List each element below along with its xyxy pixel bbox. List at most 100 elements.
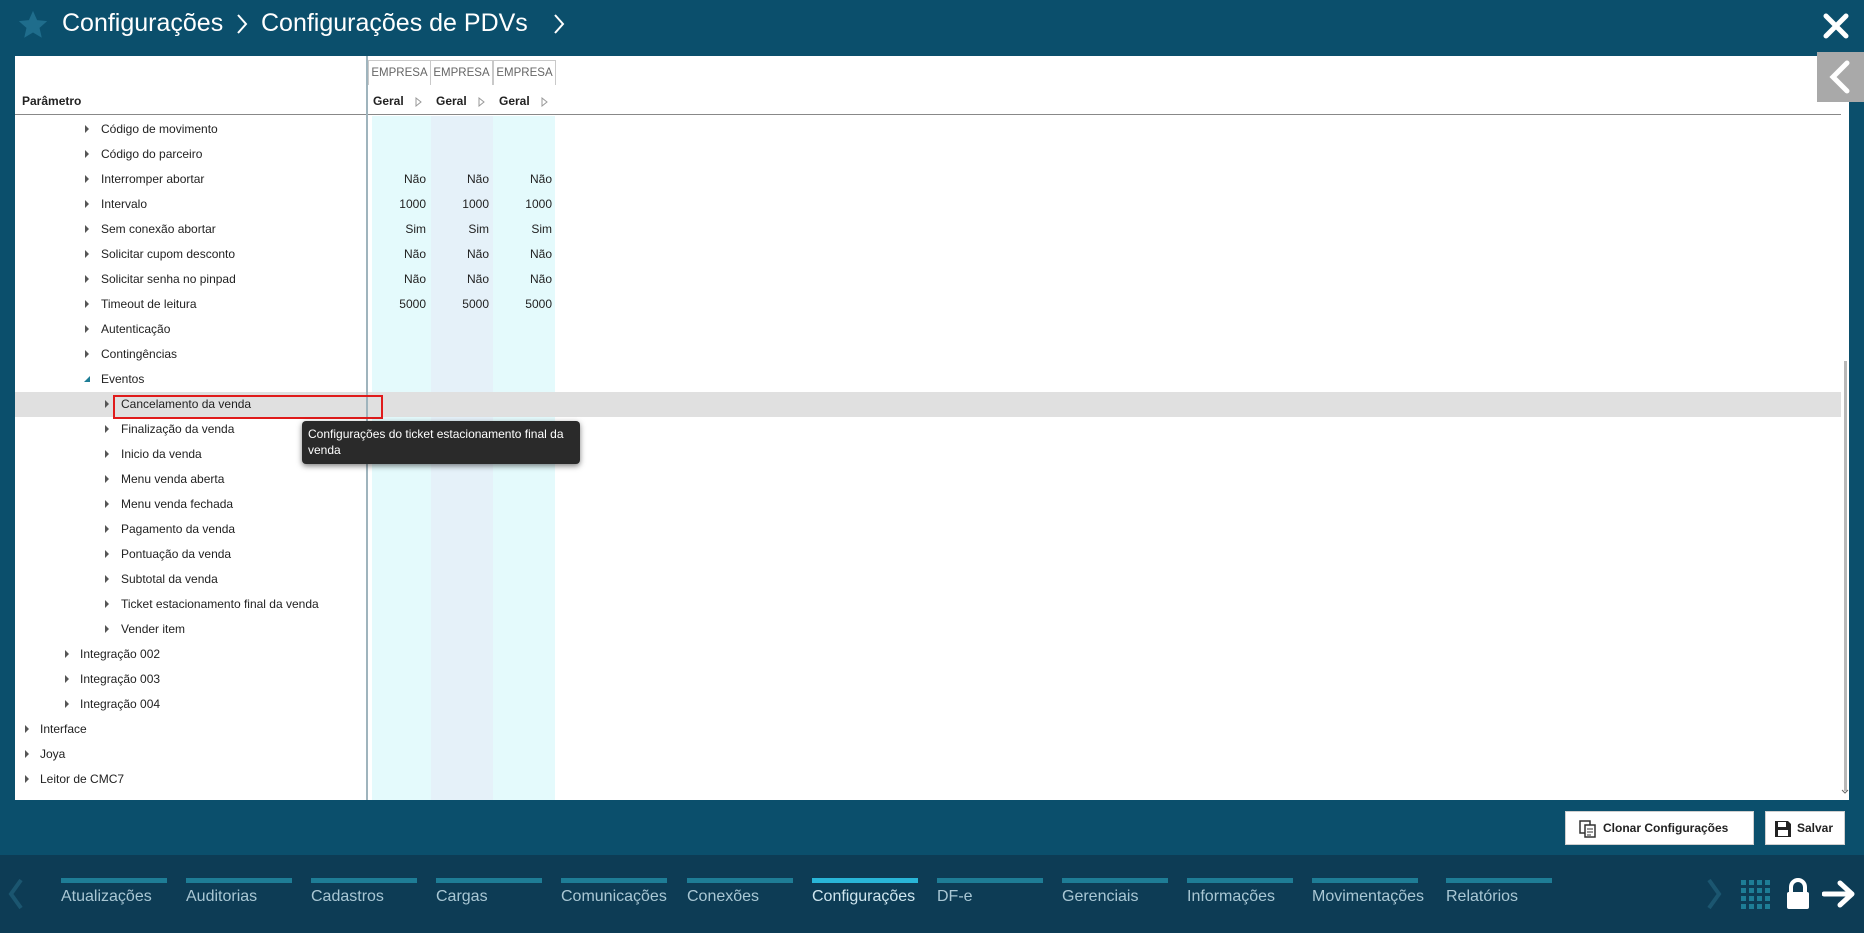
tree-row[interactable]: Pontuação da venda (15, 542, 1841, 567)
tree-row[interactable]: Integração 003 (15, 667, 1841, 692)
tree-row[interactable]: Subtotal da venda (15, 567, 1841, 592)
tree-row[interactable]: Código do parceiro (15, 142, 1841, 167)
expand-arrow-icon[interactable] (104, 400, 110, 408)
cell-value[interactable]: Não (502, 272, 552, 286)
cell-value[interactable]: 1000 (502, 197, 552, 211)
tree-row[interactable]: Eventos (15, 367, 1841, 392)
tree-row[interactable]: Integração 002 (15, 642, 1841, 667)
expand-arrow-icon[interactable] (104, 450, 110, 458)
cell-value[interactable]: Não (439, 272, 489, 286)
tree-row[interactable]: Vender item (15, 617, 1841, 642)
cell-value[interactable]: Não (439, 172, 489, 186)
cell-value[interactable]: Não (376, 172, 426, 186)
close-icon[interactable] (1822, 12, 1850, 40)
breadcrumb-configuracoes-pdvs[interactable]: Configurações de PDVs (261, 9, 528, 38)
tree-row[interactable]: Solicitar senha no pinpad Não Não Não (15, 267, 1841, 292)
vertical-scrollbar[interactable] (1844, 361, 1847, 791)
tree-row[interactable]: Timeout de leitura 5000 5000 5000 (15, 292, 1841, 317)
tree-row[interactable]: Inicio da venda (15, 442, 1841, 467)
nav-item-relatorios[interactable]: Relatórios (1446, 878, 1552, 918)
tree-row[interactable]: Menu venda fechada (15, 492, 1841, 517)
nav-item-configuracoes[interactable]: Configurações (812, 878, 918, 918)
cell-value[interactable]: Sim (439, 222, 489, 236)
expand-arrow-icon[interactable] (104, 475, 110, 483)
apps-grid-icon[interactable] (1741, 880, 1771, 910)
expand-arrow-icon[interactable] (84, 275, 90, 283)
tree-row[interactable]: Ticket estacionamento final da venda (15, 592, 1841, 617)
cell-value[interactable]: Sim (502, 222, 552, 236)
save-button[interactable]: Salvar (1765, 811, 1845, 845)
expand-arrow-icon[interactable] (104, 575, 110, 583)
nav-item-atualizacoes[interactable]: Atualizações (61, 878, 167, 918)
breadcrumb-configuracoes[interactable]: Configurações (62, 9, 223, 38)
tree-row[interactable]: Finalização da venda (15, 417, 1841, 442)
expand-arrow-icon[interactable] (104, 600, 110, 608)
chevron-right-icon[interactable] (1706, 878, 1722, 910)
side-panel-toggle[interactable] (1817, 52, 1864, 102)
tree-row[interactable]: Código de movimento (15, 117, 1841, 142)
tree-row[interactable]: Integração 004 (15, 692, 1841, 717)
nav-item-cargas[interactable]: Cargas (436, 878, 542, 918)
nav-item-comunicacoes[interactable]: Comunicações (561, 878, 667, 918)
tree-row[interactable]: Intervalo 1000 1000 1000 (15, 192, 1841, 217)
expand-arrow-icon[interactable] (84, 175, 90, 183)
expand-arrow-icon[interactable] (64, 675, 70, 683)
column-group-header[interactable]: Geral (499, 94, 530, 108)
star-icon[interactable] (16, 8, 50, 42)
logout-arrow-icon[interactable] (1822, 880, 1856, 908)
expand-arrow-icon[interactable] (84, 250, 90, 258)
cell-value[interactable]: 5000 (376, 297, 426, 311)
cell-value[interactable]: 1000 (376, 197, 426, 211)
nav-item-conexoes[interactable]: Conexões (687, 878, 793, 918)
clone-configurations-button[interactable]: Clonar Configurações (1565, 811, 1754, 845)
tree-row[interactable]: Autenticação (15, 317, 1841, 342)
chevron-left-icon[interactable] (8, 878, 24, 910)
cell-value[interactable]: Sim (376, 222, 426, 236)
nav-item-informacoes[interactable]: Informações (1187, 878, 1293, 918)
cell-value[interactable]: Não (502, 172, 552, 186)
tree-row[interactable]: Contingências (15, 342, 1841, 367)
expand-arrow-icon[interactable] (24, 750, 30, 758)
nav-item-dfe[interactable]: DF-e (937, 878, 1043, 918)
expand-arrow-icon[interactable] (84, 300, 90, 308)
expand-arrow-icon[interactable] (64, 700, 70, 708)
chevron-right-icon[interactable] (553, 13, 565, 35)
expand-arrow-icon[interactable] (84, 225, 90, 233)
expand-arrow-icon[interactable] (64, 650, 70, 658)
nav-item-auditorias[interactable]: Auditorias (186, 878, 292, 918)
expand-arrow-icon[interactable] (104, 550, 110, 558)
tree-row[interactable]: Leitor de CMC7 (15, 767, 1841, 792)
tree-row[interactable]: Interface (15, 717, 1841, 742)
expand-arrow-icon[interactable] (104, 625, 110, 633)
tree-row[interactable]: Pagamento da venda (15, 517, 1841, 542)
column-group-header[interactable]: Geral (436, 94, 467, 108)
nav-item-gerenciais[interactable]: Gerenciais (1062, 878, 1168, 918)
expand-column-icon[interactable] (478, 97, 485, 107)
tree-row[interactable]: Interromper abortar Não Não Não (15, 167, 1841, 192)
expand-arrow-icon[interactable] (84, 350, 90, 358)
tree-row[interactable]: Joya (15, 742, 1841, 767)
expand-column-icon[interactable] (541, 97, 548, 107)
lock-icon[interactable] (1785, 877, 1811, 911)
scroll-down-icon[interactable] (1841, 789, 1849, 795)
expand-column-icon[interactable] (415, 97, 422, 107)
nav-item-cadastros[interactable]: Cadastros (311, 878, 417, 918)
tree-row[interactable]: Menu venda aberta (15, 467, 1841, 492)
cell-value[interactable]: Não (502, 247, 552, 261)
nav-item-movimentacoes[interactable]: Movimentações (1312, 878, 1424, 918)
expand-arrow-icon[interactable] (84, 150, 90, 158)
collapse-arrow-icon[interactable] (83, 375, 91, 383)
expand-arrow-icon[interactable] (104, 500, 110, 508)
cell-value[interactable]: Não (376, 272, 426, 286)
tree-row[interactable]: Sem conexão abortar Sim Sim Sim (15, 217, 1841, 242)
cell-value[interactable]: 1000 (439, 197, 489, 211)
cell-value[interactable]: Não (439, 247, 489, 261)
expand-arrow-icon[interactable] (104, 425, 110, 433)
cell-value[interactable]: Não (376, 247, 426, 261)
expand-arrow-icon[interactable] (84, 200, 90, 208)
expand-arrow-icon[interactable] (104, 525, 110, 533)
expand-arrow-icon[interactable] (84, 125, 90, 133)
expand-arrow-icon[interactable] (24, 775, 30, 783)
cell-value[interactable]: 5000 (439, 297, 489, 311)
expand-arrow-icon[interactable] (24, 725, 30, 733)
